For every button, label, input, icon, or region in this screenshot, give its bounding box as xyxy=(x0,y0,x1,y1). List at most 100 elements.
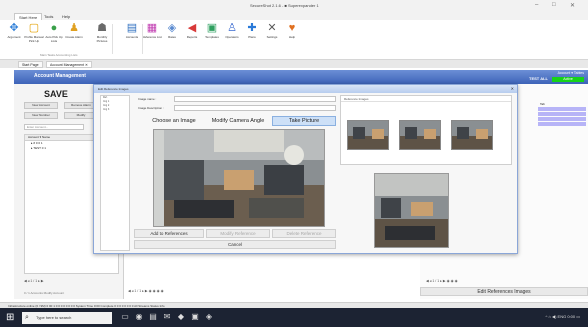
minimize-button[interactable]: – xyxy=(535,2,538,8)
reference-thumbnail[interactable] xyxy=(451,120,493,150)
reports-button[interactable]: ◀ Reports xyxy=(182,22,202,54)
alarm-icon: ♟ xyxy=(69,22,79,34)
account-search-input[interactable]: Enter Account... xyxy=(24,124,84,130)
table-row[interactable] xyxy=(538,112,586,116)
taskbar-search-input[interactable]: ⌕ Type here to search xyxy=(22,312,112,324)
pictures-button[interactable]: ☗ Monthly Pictures xyxy=(92,22,112,54)
lists-icon: ● xyxy=(50,22,58,34)
dialog-title: Edit Reference Images xyxy=(98,87,129,91)
tab-tools[interactable]: Tools xyxy=(40,13,57,20)
reference-icon: ▦ xyxy=(146,22,158,34)
table-row[interactable] xyxy=(538,107,586,111)
app-icon[interactable]: ◆ xyxy=(176,312,186,322)
window-title: SecureShot 2.1.6 - ■ Superexpander 1 xyxy=(250,3,319,8)
templates-button[interactable]: ▣ Templates xyxy=(202,22,222,54)
plans-button[interactable]: ✚ Plans xyxy=(242,22,262,54)
camera-scene xyxy=(154,130,324,226)
close-button[interactable]: ✕ xyxy=(570,2,575,9)
page-title: Account Management xyxy=(34,73,86,79)
help-button[interactable]: ♥ Help xyxy=(282,22,302,54)
maximize-button[interactable]: □ xyxy=(552,2,556,8)
tree-item[interactable]: Img 3 xyxy=(101,108,129,112)
system-tray: ^ ⌂ ◀) ENG 0:00 ▭ xyxy=(545,314,581,319)
modify-camera-angle-button[interactable]: Modify Camera Angle xyxy=(206,116,270,126)
delete-reference-button[interactable]: Delete Reference xyxy=(272,229,336,238)
arrows-button[interactable]: ✥ Argument xyxy=(4,22,24,54)
add-to-references-button[interactable]: Add to References xyxy=(134,229,204,238)
folder-icon[interactable]: ▤ xyxy=(148,312,158,322)
doc-tab-account-management[interactable]: Account Management ✕ xyxy=(46,61,92,68)
ribbon-button-label: Auto Pick Up Lists xyxy=(45,35,63,43)
ribbon-button-label: Operators xyxy=(225,35,239,39)
app-icon[interactable]: ◈ xyxy=(204,312,214,322)
reports-icon: ◀ xyxy=(187,22,197,34)
operators-button[interactable]: ♙ Operators xyxy=(222,22,242,54)
ribbon-group-label: Main Tasks Accounting Lists xyxy=(40,53,78,57)
ribbon-button-label: Rates xyxy=(168,35,176,39)
header-account-menu[interactable]: Account ▾ Tables xyxy=(558,71,584,75)
reference-thumbnail[interactable] xyxy=(347,120,389,150)
save-button[interactable]: SAVE xyxy=(44,89,68,99)
windows-start-icon[interactable]: ⊞ xyxy=(6,312,18,324)
ribbon-button-label: Reports xyxy=(186,35,198,39)
references-pager[interactable]: ◀ ◂ 1 / 1 ▸ ▶ ◉ ◉ ◉ xyxy=(426,279,458,283)
rates-button[interactable]: ◈ Rates xyxy=(162,22,182,54)
accounts-button[interactable]: ▤ Accounts xyxy=(122,22,142,54)
dialog-title-bar: Edit Reference Images ✕ xyxy=(94,85,517,93)
mail-icon[interactable]: ✉ xyxy=(162,312,172,322)
ribbon-button-label: Settings xyxy=(266,35,278,39)
cancel-button[interactable]: Cancel xyxy=(134,240,336,249)
alarm-button[interactable]: ♟ Create Alarm xyxy=(64,22,84,54)
account-footer: 0 / 1 Accounts Modify Account xyxy=(24,291,65,295)
ribbon-button-label: Templates xyxy=(205,35,219,39)
reference-button[interactable]: ▦ Reference List xyxy=(142,22,162,54)
ribbon-button-label: Create Alarm xyxy=(65,35,83,39)
profile-button[interactable]: ▢ Profile Manual Pick Up xyxy=(24,22,44,54)
right-table xyxy=(538,98,586,138)
edit-reference-images-dialog: Edit Reference Images ✕ Ref. Img 1 Img 2… xyxy=(93,84,518,254)
operators-icon: ♙ xyxy=(227,22,237,34)
document-tabs: Start Page Account Management ✕ xyxy=(0,60,588,68)
take-picture-button[interactable]: Take Picture xyxy=(272,116,336,126)
image-name-input[interactable] xyxy=(174,96,336,102)
table-row[interactable] xyxy=(538,122,586,126)
image-description-input[interactable] xyxy=(174,105,336,111)
new-number-button[interactable]: New Number xyxy=(24,112,58,119)
ribbon-button-label: Argument xyxy=(7,35,21,39)
camera-preview-image xyxy=(153,129,325,227)
edit-references-images-button[interactable]: Edit References Images xyxy=(420,287,588,296)
ribbon-button-label: Accounts xyxy=(125,35,139,39)
ribbon-tabs: Start Here Tools Help xyxy=(0,12,588,20)
ribbon-button-label: Plans xyxy=(248,35,256,39)
accounts-icon: ▤ xyxy=(126,22,138,34)
ribbon-separator xyxy=(112,24,113,54)
settings-icon: ✕ xyxy=(267,22,277,34)
dialog-close-button[interactable]: ✕ xyxy=(511,86,514,91)
reference-images-panel: Reference Images xyxy=(340,95,512,165)
doc-tab-start-page[interactable]: Start Page xyxy=(18,61,43,68)
middle-pager[interactable]: ◀ ◂ 1 / 1 ▸ ▶ ◉ ◉ ◉ ◉ xyxy=(128,289,164,293)
reference-tree: Ref. Img 1 Img 2 Img 3 xyxy=(100,95,130,251)
reference-thumbnail[interactable] xyxy=(399,120,441,150)
ribbon: ✥ Argument ▢ Profile Manual Pick Up ● Auto Pi… xyxy=(0,20,588,60)
help-icon: ♥ xyxy=(288,22,296,34)
browser-icon[interactable]: ◉ xyxy=(134,312,144,322)
modify-reference-button[interactable]: Modify Reference xyxy=(206,229,270,238)
reference-images-title: Reference Images xyxy=(341,96,511,102)
lists-button[interactable]: ● Auto Pick Up Lists xyxy=(44,22,64,54)
settings-button[interactable]: ✕ Settings xyxy=(262,22,282,54)
templates-icon: ▣ xyxy=(206,22,218,34)
choose-image-button[interactable]: Choose an Image xyxy=(144,116,204,126)
task-view-icon[interactable]: ▭ xyxy=(120,312,130,322)
pictures-icon: ☗ xyxy=(97,22,107,34)
table-row[interactable] xyxy=(538,117,586,121)
tab-help[interactable]: Help xyxy=(58,13,74,20)
selected-reference-preview xyxy=(374,173,449,248)
app-icon[interactable]: ▣ xyxy=(190,312,200,322)
account-pager[interactable]: ◀ ◂ 1 / 1 ▸ ▶ xyxy=(24,279,44,283)
plans-icon: ✚ xyxy=(247,22,257,34)
new-account-button[interactable]: New Account xyxy=(24,102,58,109)
title-bar: SecureShot 2.1.6 - ■ Superexpander 1 – □… xyxy=(0,0,588,12)
image-name-label: Image name : xyxy=(138,97,157,101)
tab-start-here[interactable]: Start Here xyxy=(14,13,43,20)
